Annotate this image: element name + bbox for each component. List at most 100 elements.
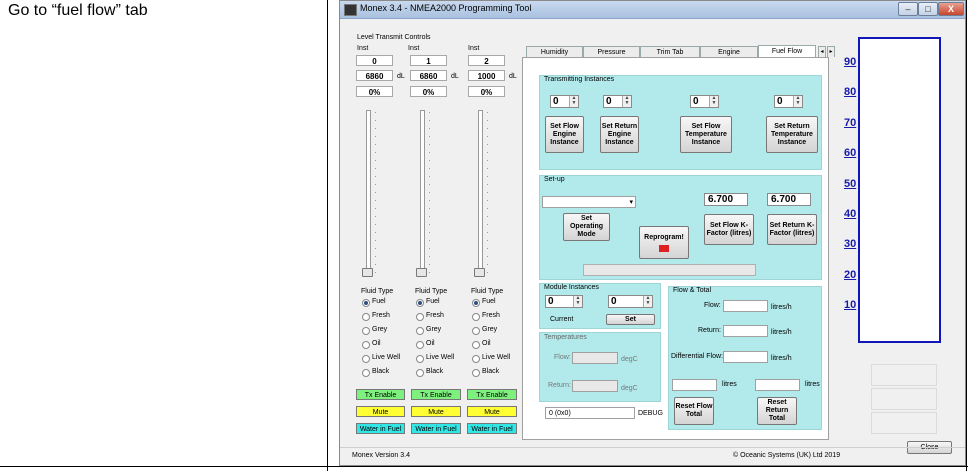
water-in-fuel-button[interactable]: Water in Fuel <box>467 423 517 434</box>
window-close-button[interactable]: X <box>938 2 964 16</box>
radio-live-well[interactable] <box>416 355 424 363</box>
slider-tick <box>375 224 376 225</box>
radio-label: Grey <box>372 326 388 333</box>
radio-grey[interactable] <box>472 327 480 335</box>
level-slider-thumb[interactable] <box>474 268 485 277</box>
maximize-button[interactable]: □ <box>918 2 938 16</box>
set-flow-k-factor-button[interactable]: Set Flow K-Factor (litres) <box>704 214 754 245</box>
radio-oil[interactable] <box>362 341 370 349</box>
tx-enable-button[interactable]: Tx Enable <box>467 389 517 400</box>
water-in-fuel-button[interactable]: Water in Fuel <box>411 423 461 434</box>
mute-button[interactable]: Mute <box>467 406 517 417</box>
volume-field[interactable]: 6860 <box>356 70 393 81</box>
volume-field[interactable]: 6860 <box>410 70 447 81</box>
tab-engine[interactable]: Engine <box>700 46 758 57</box>
spinner-arrows-icon[interactable]: ▲ ▼ <box>643 296 652 307</box>
set-return-engine-instance-button[interactable]: Set Return Engine Instance <box>600 116 639 153</box>
tab-pressure[interactable]: Pressure <box>583 46 640 57</box>
mute-button[interactable]: Mute <box>356 406 405 417</box>
set-flow-temperature-instance-button[interactable]: Set Flow Temperature Instance <box>680 116 732 153</box>
flow-engine-instance-spinner[interactable]: 0 ▲ ▼ <box>550 95 579 108</box>
instruction-text: Go to “fuel flow” tab <box>8 2 148 19</box>
radio-fresh[interactable] <box>472 313 480 321</box>
tab-trim-tab[interactable]: Trim Tab <box>640 46 700 57</box>
flow-k-factor-input[interactable]: 6.700 <box>704 193 748 206</box>
reset-flow-total-button[interactable]: Reset Flow Total <box>674 397 714 425</box>
radio-live-well[interactable] <box>362 355 370 363</box>
radio-label: Fuel <box>426 298 440 305</box>
radio-black[interactable] <box>362 369 370 377</box>
tab-scroll-right-button[interactable]: ▸ <box>827 46 835 57</box>
spinner-arrows-icon[interactable]: ▲ ▼ <box>709 96 718 107</box>
return-engine-instance-spinner[interactable]: 0 ▲ ▼ <box>603 95 632 108</box>
minimize-button[interactable]: – <box>898 2 918 16</box>
radio-fuel[interactable] <box>416 299 424 307</box>
return-label: Return: <box>698 327 721 334</box>
radio-label: Fresh <box>372 312 390 319</box>
module-set-button[interactable]: Set <box>606 314 655 325</box>
operating-mode-dropdown[interactable]: ▾ <box>542 196 636 208</box>
radio-oil[interactable] <box>416 341 424 349</box>
radio-grey[interactable] <box>362 327 370 335</box>
tab-fuel-flow[interactable]: Fuel Flow <box>758 45 816 57</box>
set-return-temperature-instance-button[interactable]: Set Return Temperature Instance <box>766 116 818 153</box>
status-box <box>871 364 937 386</box>
radio-live-well[interactable] <box>472 355 480 363</box>
return-field <box>723 325 768 337</box>
radio-fuel[interactable] <box>472 299 480 307</box>
spinner-arrows-icon[interactable]: ▲ ▼ <box>622 96 631 107</box>
radio-black[interactable] <box>472 369 480 377</box>
set-operating-mode-button[interactable]: Set Operating Mode <box>563 213 610 241</box>
diff-flow-unit: litres/h <box>771 355 792 362</box>
slider-tick <box>429 216 430 217</box>
return-k-factor-input[interactable]: 6.700 <box>767 193 811 206</box>
radio-label: Fuel <box>372 298 386 305</box>
radio-label: Live Well <box>482 354 511 361</box>
spinner-arrows-icon[interactable]: ▲ ▼ <box>793 96 802 107</box>
spinner-value: 0 <box>548 296 554 307</box>
flow-total-unit: litres <box>722 381 737 388</box>
level-slider-track[interactable] <box>420 110 425 276</box>
return-temperature-instance-spinner[interactable]: 0 ▲ ▼ <box>774 95 803 108</box>
inst-field[interactable]: 2 <box>468 55 505 66</box>
inst-field[interactable]: 0 <box>356 55 393 66</box>
module-new-spinner[interactable]: 0 ▲ ▼ <box>608 295 653 308</box>
radio-fresh[interactable] <box>362 313 370 321</box>
slider-tick <box>487 256 488 257</box>
mute-button[interactable]: Mute <box>411 406 461 417</box>
radio-label: Live Well <box>372 354 401 361</box>
inst-field[interactable]: 1 <box>410 55 447 66</box>
set-flow-engine-instance-button[interactable]: Set Flow Engine Instance <box>545 116 584 153</box>
flow-temperature-instance-spinner[interactable]: 0 ▲ ▼ <box>690 95 719 108</box>
debug-field[interactable]: 0 (0x0) <box>545 407 635 419</box>
module-current-spinner[interactable]: 0 ▲ ▼ <box>545 295 583 308</box>
water-in-fuel-button[interactable]: Water in Fuel <box>356 423 405 434</box>
tab-scroll-left-button[interactable]: ◂ <box>818 46 826 57</box>
radio-grey[interactable] <box>416 327 424 335</box>
gauge-label: 10 <box>844 299 857 312</box>
slider-tick <box>487 184 488 185</box>
level-slider-track[interactable] <box>366 110 371 276</box>
slider-tick <box>429 232 430 233</box>
level-slider-thumb[interactable] <box>362 268 373 277</box>
unit-label: dL <box>397 73 405 80</box>
radio-fuel[interactable] <box>362 299 370 307</box>
tab-humidity[interactable]: Humidity <box>526 46 583 57</box>
radio-black[interactable] <box>416 369 424 377</box>
reset-return-total-button[interactable]: Reset Return Total <box>757 397 797 425</box>
inst-label: Inst <box>357 45 369 52</box>
spinner-arrows-icon[interactable]: ▲ ▼ <box>573 296 582 307</box>
level-slider-thumb[interactable] <box>416 268 427 277</box>
reprogram-button[interactable]: Reprogram! <box>639 226 689 259</box>
tx-enable-button[interactable]: Tx Enable <box>411 389 461 400</box>
slider-tick <box>429 168 430 169</box>
set-return-k-factor-button[interactable]: Set Return K-Factor (litres) <box>767 214 817 245</box>
level-slider-track[interactable] <box>478 110 483 276</box>
radio-fresh[interactable] <box>416 313 424 321</box>
spinner-arrows-icon[interactable]: ▲ ▼ <box>569 96 578 107</box>
slider-tick <box>429 248 430 249</box>
tx-enable-button[interactable]: Tx Enable <box>356 389 405 400</box>
volume-field[interactable]: 1000 <box>468 70 505 81</box>
radio-oil[interactable] <box>472 341 480 349</box>
slider-tick <box>375 176 376 177</box>
